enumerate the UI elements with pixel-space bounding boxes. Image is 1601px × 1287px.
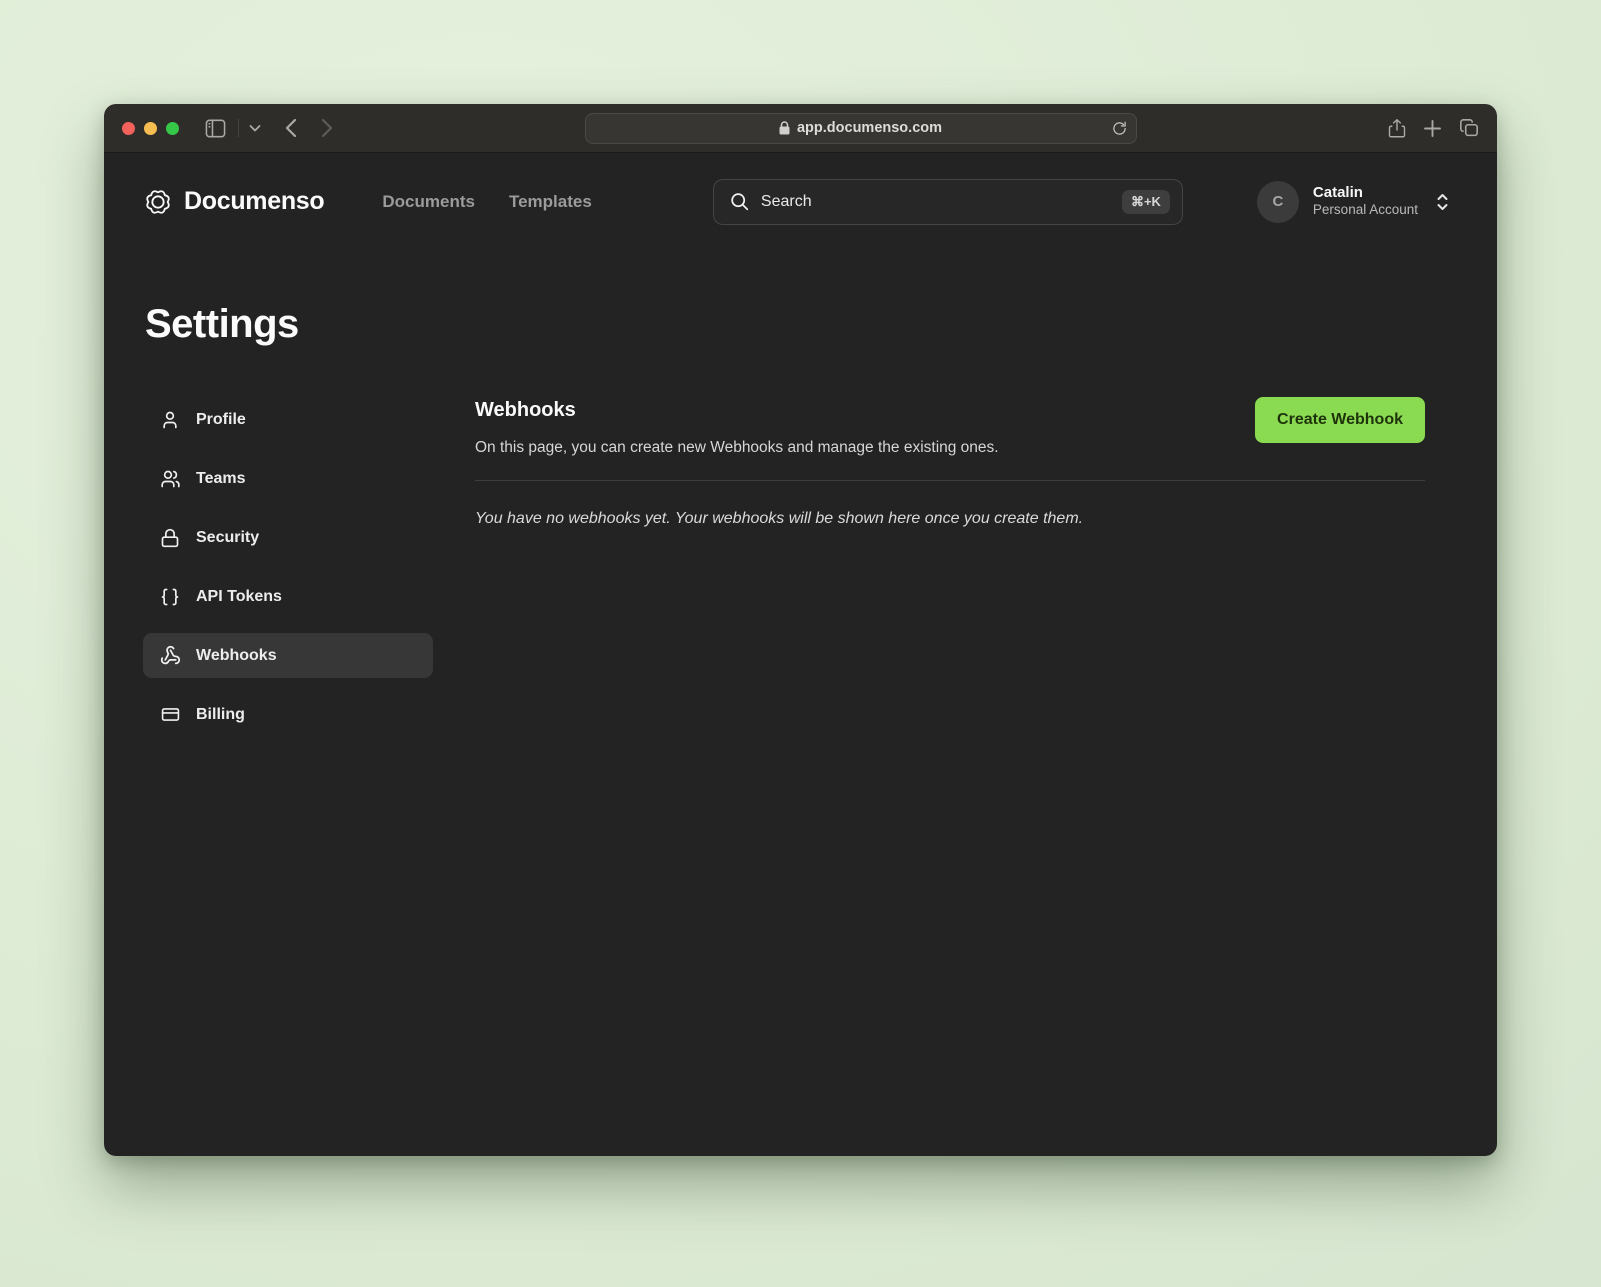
webhook-icon [159,645,181,666]
documenso-logo-icon [143,187,173,217]
sidebar-item-billing[interactable]: Billing [143,692,433,737]
section-description: On this page, you can create new Webhook… [475,439,999,457]
search-shortcut-badge: ⌘+K [1122,190,1170,214]
sidebar-item-webhooks[interactable]: Webhooks [143,633,433,678]
section-divider [475,480,1425,481]
tab-overview-button[interactable] [1459,119,1479,137]
chrome-actions [1388,118,1479,139]
chevron-left-icon [285,118,297,138]
share-icon [1388,118,1406,139]
settings-page: Settings Profile Teams [104,250,1497,1156]
avatar-initial: C [1273,193,1284,210]
plus-icon [1424,120,1441,137]
sidebar-toggle-button[interactable] [205,119,226,138]
chevron-right-icon [321,118,333,138]
users-icon [159,469,181,489]
sidebar-item-label: Webhooks [196,647,277,665]
search-icon [730,192,749,211]
sidebar-options-button[interactable] [249,124,261,132]
empty-state-text: You have no webhooks yet. Your webhooks … [475,510,1425,528]
app-header: Documenso Documents Templates Search ⌘+K… [104,153,1497,250]
reload-button[interactable] [1112,120,1127,137]
reload-icon [1112,120,1127,137]
url-text: app.documenso.com [797,120,942,136]
webhooks-panel: Webhooks On this page, you can create ne… [475,397,1425,737]
account-meta: Catalin Personal Account [1313,184,1418,220]
credit-card-icon [159,705,181,724]
sidebar-item-teams[interactable]: Teams [143,456,433,501]
browser-window: app.documenso.com [104,104,1497,1156]
share-button[interactable] [1388,118,1406,139]
account-menu[interactable]: C Catalin Personal Account [1257,181,1449,223]
sidebar-item-label: Profile [196,411,246,429]
close-window-button[interactable] [122,122,135,135]
chevron-down-icon [249,124,261,132]
sidebar-item-api-tokens[interactable]: API Tokens [143,574,433,619]
braces-icon [159,587,181,607]
back-button[interactable] [285,118,297,138]
window-controls [122,122,179,135]
chrome-divider [238,119,239,137]
new-tab-button[interactable] [1424,120,1441,137]
top-nav: Documents Templates [382,192,591,212]
lock-icon [159,528,181,548]
sidebar-item-label: Teams [196,470,246,488]
sidebar-icon [205,119,226,138]
address-bar[interactable]: app.documenso.com [585,113,1137,144]
documenso-app: Documenso Documents Templates Search ⌘+K… [104,153,1497,1156]
chevron-up-down-icon [1436,193,1449,211]
nav-templates[interactable]: Templates [509,192,592,212]
avatar: C [1257,181,1299,223]
zoom-window-button[interactable] [166,122,179,135]
section-title: Webhooks [475,399,999,422]
sidebar-item-label: Security [196,529,259,547]
nav-documents[interactable]: Documents [382,192,475,212]
tabs-icon [1459,119,1479,137]
forward-button[interactable] [321,118,333,138]
ssl-lock-icon [779,121,790,135]
account-name: Catalin [1313,184,1418,203]
sidebar-item-profile[interactable]: Profile [143,397,433,442]
webhooks-header-text: Webhooks On this page, you can create ne… [475,397,999,457]
brand-name: Documenso [184,187,324,216]
search-placeholder: Search [761,193,1122,211]
create-webhook-button[interactable]: Create Webhook [1255,397,1425,443]
brand[interactable]: Documenso [143,187,324,217]
sidebar-item-label: Billing [196,706,245,724]
sidebar-item-security[interactable]: Security [143,515,433,560]
user-icon [159,410,181,430]
account-type: Personal Account [1313,202,1418,219]
page-title: Settings [145,302,1425,347]
settings-sidebar: Profile Teams Security [143,397,433,737]
search-input[interactable]: Search ⌘+K [713,179,1183,225]
sidebar-item-label: API Tokens [196,588,282,606]
browser-chrome: app.documenso.com [104,104,1497,153]
minimize-window-button[interactable] [144,122,157,135]
